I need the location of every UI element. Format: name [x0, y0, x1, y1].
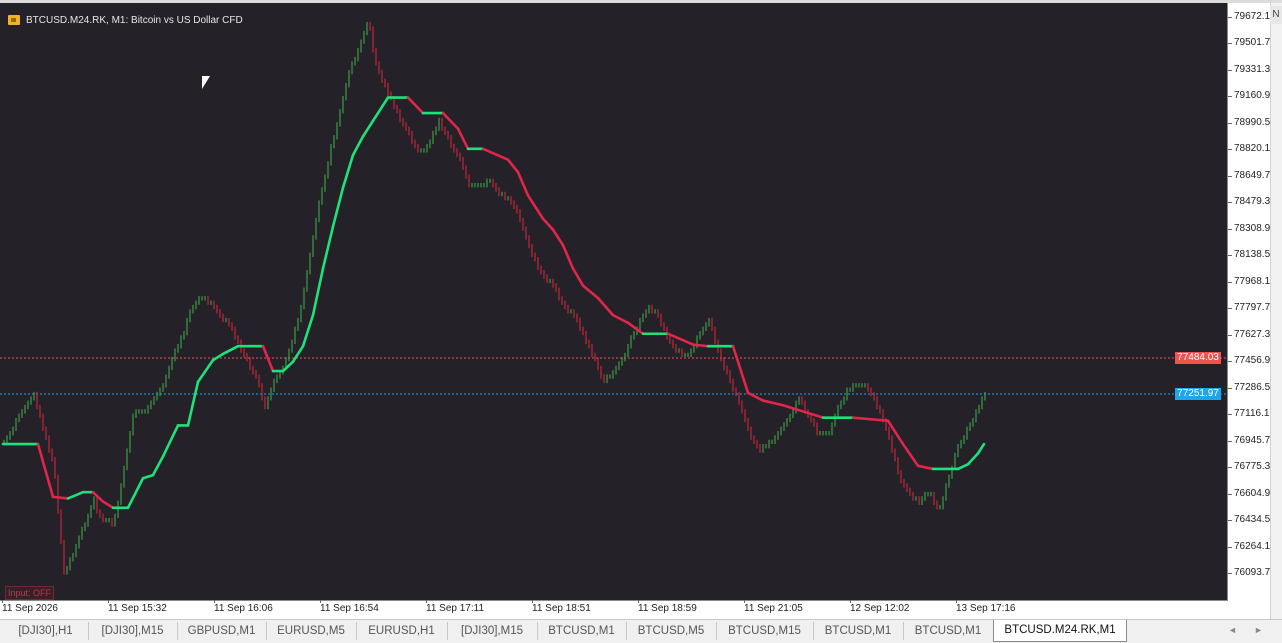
- chart-tab[interactable]: BTCUSD,M1: [537, 622, 627, 640]
- chart-title: BTCUSD.M24.RK, M1: Bitcoin vs US Dollar …: [8, 12, 243, 28]
- price-tick-label: 78990.5: [1227, 116, 1271, 128]
- chart-title-text: BTCUSD.M24.RK, M1: Bitcoin vs US Dollar …: [26, 14, 243, 26]
- price-tick-label: 79672.1: [1227, 11, 1271, 22]
- ask-price-tag: 77484.03: [1175, 351, 1221, 364]
- time-tick-label: 11 Sep 2026: [2, 600, 58, 614]
- time-tick-label: 11 Sep 21:05: [744, 600, 803, 614]
- price-tick-label: 78820.1: [1227, 143, 1271, 155]
- price-tick-label: 77456.9: [1227, 355, 1271, 367]
- time-tick-label: 11 Sep 16:54: [320, 600, 379, 614]
- time-tick-label: 11 Sep 18:59: [638, 600, 697, 614]
- price-chart[interactable]: [0, 3, 1226, 599]
- price-tick-label: 76775.3: [1227, 461, 1271, 473]
- price-tick-label: 77627.3: [1227, 328, 1271, 340]
- price-tick-label: 79160.9: [1227, 90, 1271, 102]
- chart-tab[interactable]: EURUSD,M5: [266, 622, 357, 640]
- tab-scroll-left-icon[interactable]: ◄: [1228, 625, 1237, 635]
- price-tick-label: 76264.1: [1227, 540, 1271, 552]
- price-tick-label: 79331.3: [1227, 63, 1271, 75]
- bid-price-tag: 77251.97: [1175, 388, 1221, 401]
- time-axis[interactable]: 11 Sep 2026 11 Sep 15:32 11 Sep 16:06 11 Se…: [0, 600, 1270, 619]
- chart-tab[interactable]: BTCUSD.M24.RK,M1: [993, 620, 1127, 642]
- chart-tab[interactable]: BTCUSD,M1: [813, 622, 904, 640]
- chart-tab[interactable]: BTCUSD,M15: [716, 622, 814, 640]
- mouse-cursor-icon: [202, 76, 210, 89]
- folder-icon: [8, 15, 20, 25]
- price-axis[interactable]: 79672.1 79501.7 79331.3 79160.9 78990.5 78820…: [1227, 3, 1271, 601]
- price-tick-label: 76093.7: [1227, 567, 1271, 579]
- time-tick-label: 11 Sep 16:06: [214, 600, 273, 614]
- chart-tab[interactable]: [DJI30],M15: [447, 622, 538, 640]
- chart-tab[interactable]: GBPUSD,M1: [177, 622, 267, 640]
- time-tick-label: 13 Sep 17:16: [956, 600, 1016, 614]
- tab-scroll-right-icon[interactable]: ►: [1254, 625, 1263, 635]
- time-tick-label: 12 Sep 12:02: [850, 600, 910, 614]
- price-tick-label: 77797.7: [1227, 302, 1271, 314]
- vertical-scrollbar[interactable]: [1270, 3, 1282, 623]
- price-tick-label: 76434.5: [1227, 514, 1271, 526]
- price-tick-label: 78138.5: [1227, 249, 1271, 261]
- chart-tab[interactable]: BTCUSD,M1: [903, 622, 994, 640]
- time-tick-label: 11 Sep 17:11: [426, 600, 485, 614]
- time-tick-label: 11 Sep 18:51: [532, 600, 591, 614]
- indicator-segment: [51, 495, 70, 500]
- price-tick-label: 79501.7: [1227, 37, 1271, 49]
- chart-tab[interactable]: EURUSD,H1: [356, 622, 448, 640]
- indicator-segment: [691, 343, 710, 348]
- time-tick-label: 11 Sep 15:32: [108, 600, 167, 614]
- chart-tab-bar: [DJI30],H1 [DJI30],M15 GBPUSD,M1 EURUSD,M5 E…: [0, 619, 1282, 643]
- price-tick-label: 77286.5: [1227, 381, 1271, 393]
- chart-tab[interactable]: [DJI30],M15: [88, 622, 178, 640]
- price-tick-label: 76604.9: [1227, 487, 1271, 499]
- price-tick-label: 78308.9: [1227, 222, 1271, 234]
- chart-background: [0, 3, 1226, 599]
- chart-window[interactable]: BTCUSD.M24.RK, M1: Bitcoin vs US Dollar …: [0, 3, 1228, 601]
- price-tick-label: 78649.7: [1227, 169, 1271, 181]
- chart-tab[interactable]: [DJI30],H1: [3, 622, 89, 640]
- price-tick-label: 77116.1: [1227, 408, 1270, 420]
- price-tick-label: 78479.3: [1227, 196, 1271, 208]
- corner-button[interactable]: N: [1270, 6, 1282, 24]
- price-tick-label: 77968.1: [1227, 275, 1271, 287]
- inputs-badge[interactable]: Input: OFF: [5, 586, 55, 600]
- chart-tab[interactable]: BTCUSD,M5: [626, 622, 717, 640]
- price-tick-label: 76945.7: [1227, 434, 1271, 446]
